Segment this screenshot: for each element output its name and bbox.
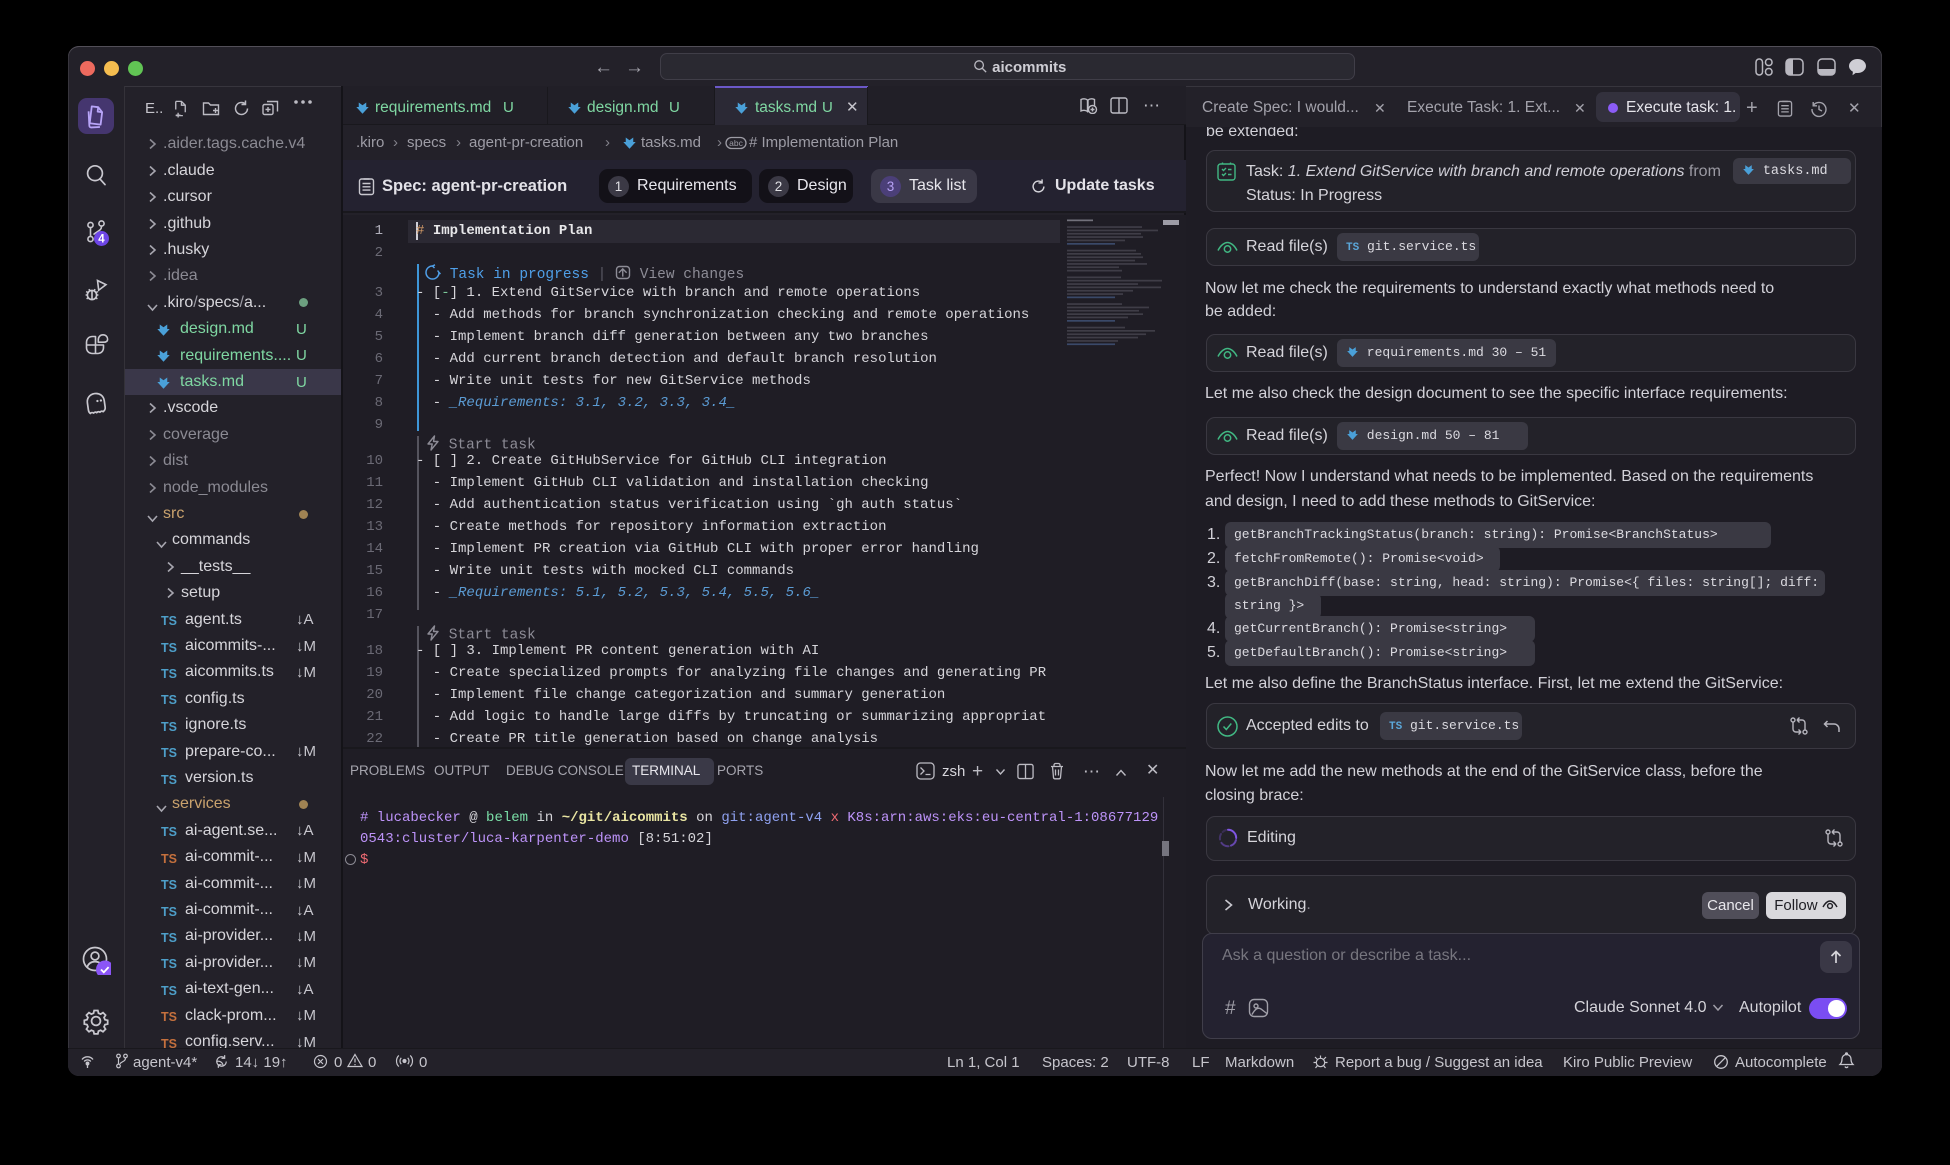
svg-text:abc: abc: [729, 138, 743, 148]
svg-text:4: 4: [98, 234, 105, 246]
